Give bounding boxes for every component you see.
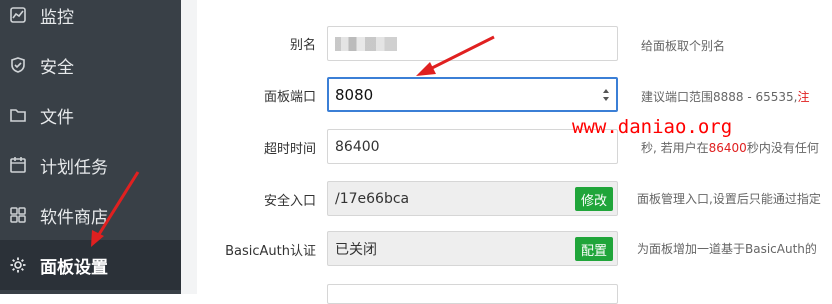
sidebar-item-label: 安全 xyxy=(40,57,74,78)
sidebar-item-label: 软件商店 xyxy=(40,207,108,228)
shield-icon xyxy=(8,55,28,75)
arrow-to-port-head xyxy=(416,62,436,76)
basicauth-input: 已关闭 配置 xyxy=(327,231,618,266)
port-value: 8080 xyxy=(335,85,374,104)
sidebar-item-label: 面板设置 xyxy=(40,257,108,278)
sidebar-item-cron[interactable]: 计划任务 xyxy=(0,140,181,190)
sidebar: 监控 安全 文件 计划任务 软件商店 面板设置 xyxy=(0,0,181,294)
timeout-value: 86400 xyxy=(335,138,380,155)
entry-value: /17e66bca xyxy=(335,190,410,207)
port-label: 面板端口 xyxy=(263,90,316,105)
configure-button[interactable]: 配置 xyxy=(574,237,613,261)
watermark: www.daniao.org xyxy=(572,116,733,138)
spinner-icon[interactable] xyxy=(602,87,610,103)
sidebar-item-label: 文件 xyxy=(40,107,74,128)
calendar-icon xyxy=(8,155,28,175)
sidebar-item-store[interactable]: 软件商店 xyxy=(0,190,181,240)
sidebar-item-label: 监控 xyxy=(40,7,74,28)
folder-icon xyxy=(8,105,28,125)
entry-label: 安全入口 xyxy=(263,194,316,209)
sidebar-item-label: 计划任务 xyxy=(40,157,108,178)
sidebar-item-files[interactable]: 文件 xyxy=(0,90,181,140)
entry-hint: 面板管理入口,设置后只能通过指定 xyxy=(637,192,821,206)
timeout-hint: 秒, 若用户在86400秒内没有任何 xyxy=(641,141,819,155)
modify-button[interactable]: 修改 xyxy=(574,187,613,211)
sidebar-item-monitor[interactable]: 监控 xyxy=(0,0,181,40)
sidebar-item-panel-settings[interactable]: 面板设置 xyxy=(0,240,181,290)
alias-hint: 给面板取个别名 xyxy=(641,39,726,53)
basicauth-label: BasicAuth认证 xyxy=(225,244,316,259)
port-hint: 建议端口范围8888 - 65535,注 xyxy=(641,90,810,104)
sidebar-item-security[interactable]: 安全 xyxy=(0,40,181,90)
port-input[interactable]: 8080 xyxy=(327,77,618,112)
timeout-label: 超时时间 xyxy=(263,142,316,157)
monitor-icon xyxy=(8,5,28,25)
alias-label: 别名 xyxy=(289,38,316,53)
blurred-value xyxy=(335,36,397,51)
basicauth-hint: 为面板增加一道基于BasicAuth的 xyxy=(637,242,817,256)
gear-icon xyxy=(8,255,28,275)
grid-icon xyxy=(8,205,28,225)
sidebar-divider xyxy=(181,0,197,294)
next-row-input[interactable] xyxy=(327,284,618,304)
basicauth-value: 已关闭 xyxy=(335,241,377,258)
entry-input: /17e66bca 修改 xyxy=(327,181,618,216)
alias-input[interactable] xyxy=(327,26,618,61)
